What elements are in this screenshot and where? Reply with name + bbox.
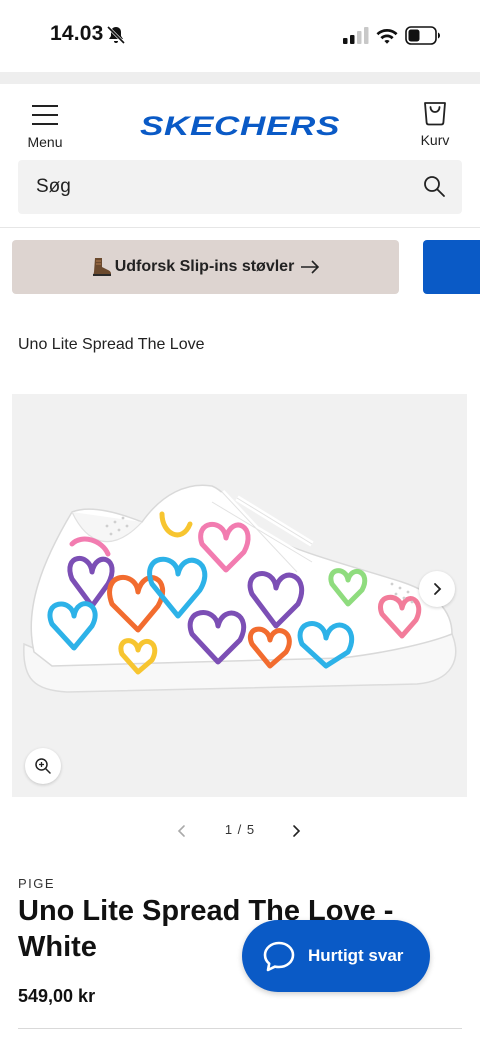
promo-label: Udforsk Slip-ins støvler (114, 258, 295, 275)
menu-label: Menu (27, 134, 63, 150)
skechers-logo[interactable]: SKECHERS (138, 110, 342, 140)
gallery-next-button[interactable] (419, 571, 455, 607)
menu-button[interactable]: Menu (20, 100, 70, 156)
cart-label: Kurv (420, 132, 450, 148)
chat-bubble-icon (263, 941, 295, 972)
site-header: Menu SKECHERS Kurv (0, 84, 480, 160)
shoe-image (23, 484, 457, 693)
breadcrumb[interactable]: Uno Lite Spread The Love (18, 336, 205, 354)
cart-button[interactable]: Kurv (410, 98, 460, 154)
logo-text: SKECHERS (140, 111, 340, 140)
top-separator (0, 72, 480, 84)
signal-icon (343, 27, 369, 44)
wifi-icon (376, 29, 398, 44)
product-price: 549,00 kr (18, 986, 96, 1006)
status-time: 14.03 (50, 22, 104, 45)
promo-next-slide[interactable] (423, 240, 480, 294)
status-bar: 14.03 (0, 0, 480, 72)
quick-reply-chat-button[interactable]: Hurtigt svar (242, 920, 430, 992)
cart-bag-icon (424, 102, 446, 126)
chat-label: Hurtigt svar (308, 946, 404, 965)
search-box[interactable] (18, 160, 462, 214)
search-icon[interactable] (422, 174, 446, 198)
pager-counter: 1 / 5 (224, 822, 256, 837)
product-image[interactable] (12, 394, 467, 797)
product-category: PIGE (18, 876, 56, 891)
pager-prev-button[interactable] (170, 820, 194, 842)
pager-next-button[interactable] (284, 820, 308, 842)
info-divider (18, 1028, 462, 1029)
chevron-left-icon (177, 825, 185, 837)
chevron-right-icon (434, 583, 442, 595)
bell-off-icon (106, 25, 126, 45)
chevron-right-icon (293, 825, 301, 837)
arrow-right-icon (301, 260, 320, 274)
promo-slip-ins-button[interactable]: Udforsk Slip-ins støvler (12, 240, 399, 294)
boot-icon (92, 258, 111, 276)
zoom-button[interactable] (25, 748, 61, 784)
battery-icon (405, 26, 440, 45)
zoom-icon (35, 758, 51, 774)
search-input[interactable] (18, 160, 398, 214)
menu-icon (32, 105, 58, 125)
header-divider (0, 227, 480, 228)
